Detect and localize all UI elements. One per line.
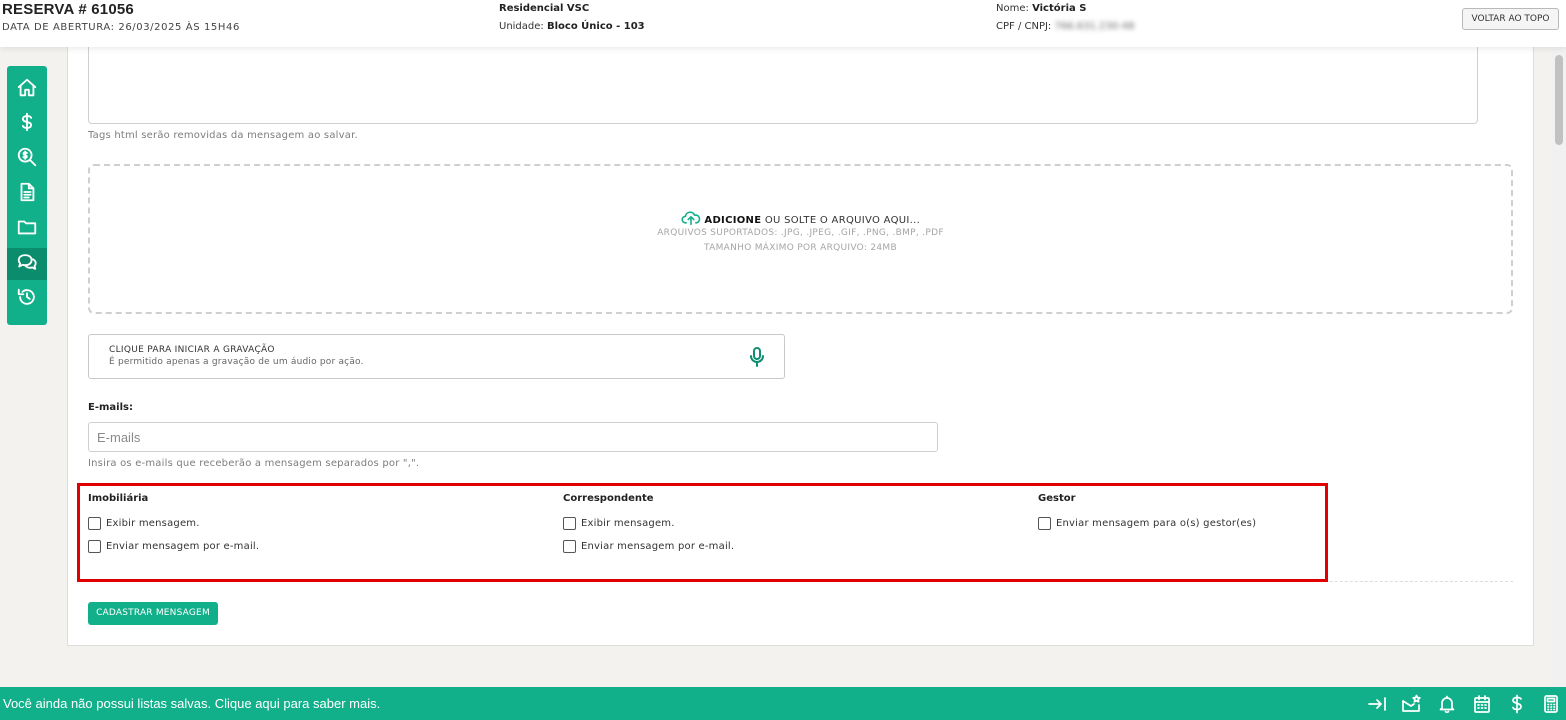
dollar-icon[interactable] (1507, 694, 1527, 714)
emails-input[interactable] (88, 422, 938, 452)
dropzone-main-text: ADICIONE OU SOLTE O ARQUIVO AQUI... (90, 210, 1511, 226)
page-header: RESERVA # 61056 DATA DE ABERTURA: 26/03/… (0, 0, 1566, 47)
message-hint: Tags html serão removidas da mensagem ao… (88, 130, 358, 141)
search-dollar-icon (16, 146, 38, 172)
highlight-box (77, 483, 1328, 582)
record-title: CLIQUE PARA INICIAR A GRAVAÇÃO (109, 345, 275, 355)
calendar-icon[interactable] (1472, 694, 1492, 714)
name-label: Nome: (996, 3, 1029, 14)
dollar-icon (16, 111, 38, 137)
cpf-value: 766.631.230-48 (1054, 21, 1135, 32)
drop-text: OU SOLTE O ARQUIVO AQUI... (761, 215, 921, 226)
reservation-title: RESERVA # 61056 (2, 1, 134, 18)
mail-star-icon[interactable] (1401, 694, 1421, 714)
sidebar-item-history[interactable] (7, 283, 47, 315)
footer-bar: Você ainda não possui listas salvas. Cli… (0, 687, 1566, 720)
client-info: Nome: Victória S CPF / CNPJ: 766.631.230… (996, 0, 1134, 36)
arrow-to-right-icon[interactable] (1367, 694, 1387, 714)
scrollbar-thumb[interactable] (1555, 55, 1563, 145)
sidebar-item-messages[interactable] (7, 248, 47, 280)
back-to-top-button[interactable]: VOLTAR AO TOPO (1462, 8, 1559, 30)
max-file-size: TAMANHO MÁXIMO POR ARQUIVO: 24MB (704, 243, 897, 253)
page-scrollbar[interactable] (1552, 47, 1566, 687)
sidebar-item-files[interactable] (7, 213, 47, 245)
project-name: Residencial VSC (499, 3, 590, 14)
emails-label: E-mails: (88, 402, 133, 413)
opening-date: DATA DE ABERTURA: 26/03/2025 ÀS 15H46 (2, 22, 240, 33)
saved-lists-notice[interactable]: Você ainda não possui listas salvas. Cli… (3, 696, 380, 711)
side-nav (7, 66, 47, 325)
home-icon (16, 77, 38, 103)
unit-value: Bloco Único - 103 (546, 21, 645, 32)
bell-icon[interactable] (1437, 694, 1457, 714)
sidebar-item-home[interactable] (7, 74, 47, 106)
record-subtitle: É permitido apenas a gravação de um áudi… (109, 357, 364, 367)
calculator-icon[interactable] (1541, 694, 1561, 714)
cloud-upload-icon (681, 211, 701, 226)
project-info: Residencial VSC Unidade: Bloco Único - 1… (499, 0, 645, 36)
submit-message-button[interactable]: CADASTRAR MENSAGEM (88, 602, 218, 625)
file-dropzone[interactable]: ADICIONE OU SOLTE O ARQUIVO AQUI... ARQU… (88, 164, 1513, 314)
sidebar-item-finance[interactable] (7, 108, 47, 140)
cpf-label: CPF / CNPJ: (996, 21, 1052, 32)
unit-label: Unidade: (499, 21, 544, 32)
chat-icon (16, 251, 38, 277)
emails-hint: Insira os e-mails que receberão a mensag… (88, 458, 420, 469)
folder-icon (16, 216, 38, 242)
sidebar-item-documents[interactable] (7, 178, 47, 210)
client-name: Victória S (1032, 3, 1087, 14)
microphone-icon (749, 346, 765, 368)
supported-formats: ARQUIVOS SUPORTADOS: .JPG, .JPEG, .GIF, … (657, 228, 944, 238)
document-icon (16, 181, 38, 207)
sidebar-item-analysis[interactable] (7, 143, 47, 175)
message-textarea[interactable] (88, 40, 1478, 124)
audio-record-button[interactable]: CLIQUE PARA INICIAR A GRAVAÇÃO É permiti… (88, 334, 785, 379)
history-icon (16, 286, 38, 312)
add-file-link[interactable]: ADICIONE (704, 215, 761, 226)
